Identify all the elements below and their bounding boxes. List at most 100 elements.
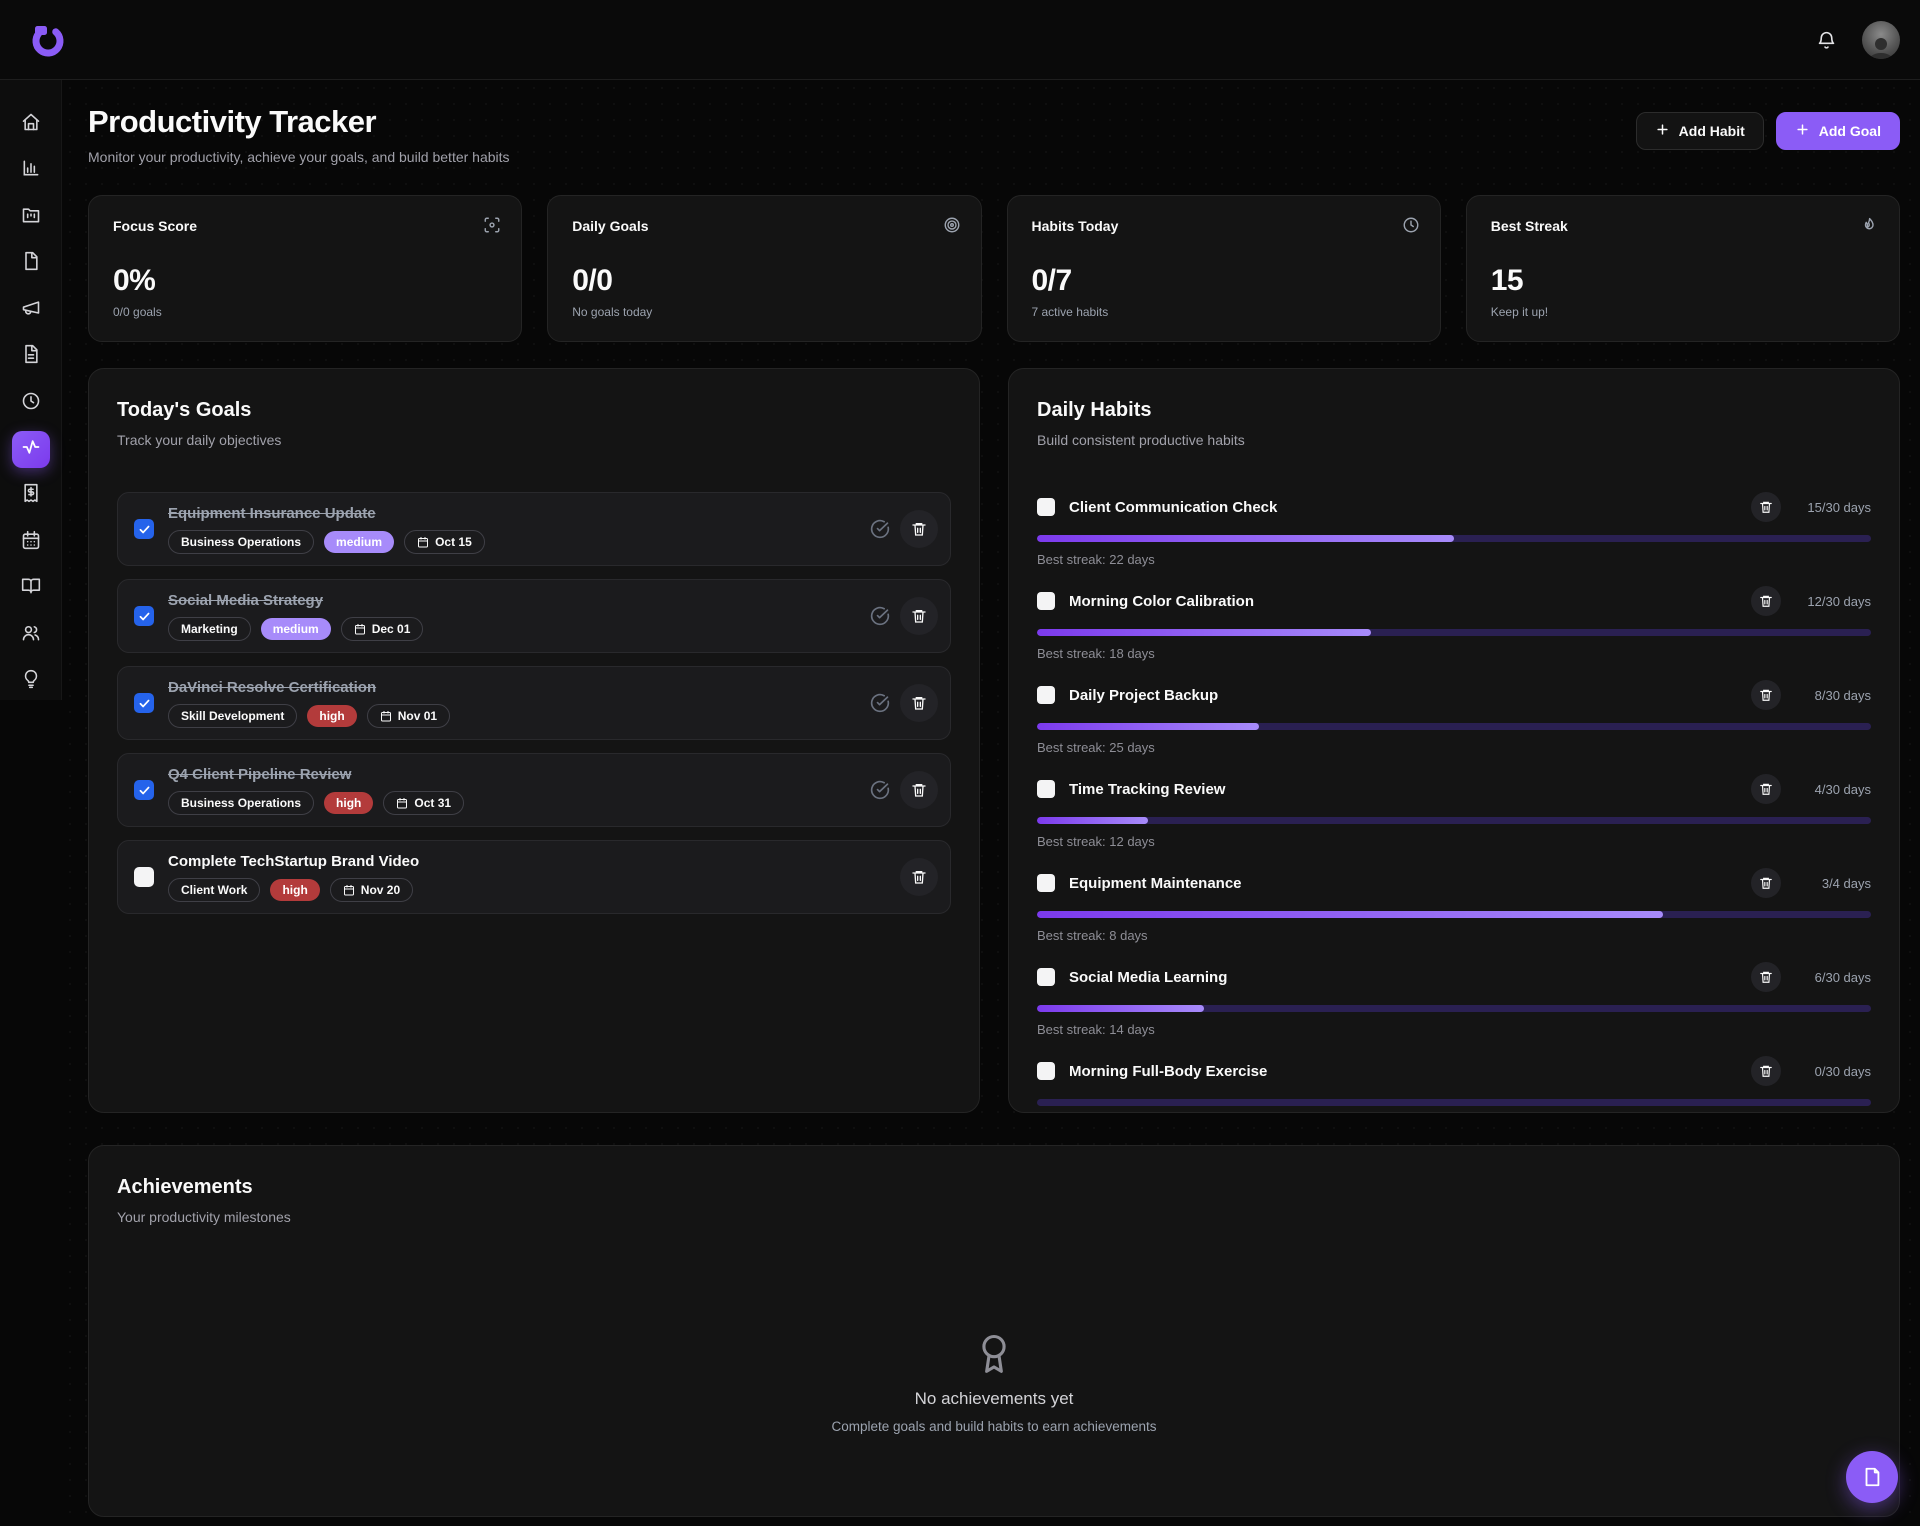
- goal-priority-badge: high: [324, 792, 373, 814]
- goal-checkbox[interactable]: [134, 606, 154, 626]
- stats-row: Focus Score 0% 0/0 goals Daily Goals 0/0…: [88, 195, 1900, 342]
- habit-name: Social Media Learning: [1069, 969, 1227, 986]
- habit-progress-bar: [1037, 629, 1871, 636]
- calendar-icon: [343, 884, 355, 896]
- goal-category-badge: Business Operations: [168, 530, 314, 554]
- new-document-fab[interactable]: [1846, 1451, 1898, 1503]
- habit-checkbox[interactable]: [1037, 780, 1055, 798]
- habit-name: Client Communication Check: [1069, 499, 1277, 516]
- app-logo-icon[interactable]: [26, 18, 70, 62]
- sidebar-item-calendar[interactable]: [12, 524, 50, 560]
- habit-checkbox[interactable]: [1037, 1062, 1055, 1080]
- trash-icon: [911, 521, 927, 537]
- goal-checkbox[interactable]: [134, 867, 154, 887]
- delete-goal-button[interactable]: [900, 858, 938, 896]
- habit-checkbox[interactable]: [1037, 686, 1055, 704]
- goal-priority-badge: medium: [261, 618, 331, 640]
- delete-habit-button[interactable]: [1751, 492, 1781, 522]
- stat-card: Habits Today 0/7 7 active habits: [1007, 195, 1441, 342]
- habit-progress-fill: [1037, 535, 1454, 542]
- calendar-icon: [380, 710, 392, 722]
- sidebar-item-lightbulb[interactable]: [12, 664, 50, 700]
- goal-title: Equipment Insurance Update: [168, 505, 856, 522]
- sidebar-item-folder-kanban[interactable]: [12, 199, 50, 235]
- delete-goal-button[interactable]: [900, 771, 938, 809]
- book-open-icon: [21, 576, 41, 601]
- habit-progress-fill: [1037, 911, 1663, 918]
- sidebar-item-file[interactable]: [12, 245, 50, 281]
- goal-category-badge: Business Operations: [168, 791, 314, 815]
- habit-checkbox[interactable]: [1037, 874, 1055, 892]
- habit-checkbox[interactable]: [1037, 968, 1055, 986]
- habit-item: Morning Full-Body Exercise 0/30 days Bes…: [1037, 1056, 1871, 1113]
- delete-habit-button[interactable]: [1751, 586, 1781, 616]
- habit-days-label: 4/30 days: [1795, 782, 1871, 797]
- check-circle-icon[interactable]: [870, 693, 890, 713]
- delete-goal-button[interactable]: [900, 684, 938, 722]
- habit-progress-fill: [1037, 817, 1148, 824]
- goal-title: Social Media Strategy: [168, 592, 856, 609]
- habit-name: Equipment Maintenance: [1069, 875, 1242, 892]
- notifications-bell-icon[interactable]: [1814, 28, 1838, 52]
- habit-days-label: 0/30 days: [1795, 1064, 1871, 1079]
- goal-category-badge: Client Work: [168, 878, 260, 902]
- habit-streak-label: Best streak: 12 days: [1037, 834, 1871, 849]
- delete-habit-button[interactable]: [1751, 774, 1781, 804]
- sidebar-item-home[interactable]: [12, 106, 50, 142]
- plus-icon: [1655, 122, 1670, 140]
- habit-checkbox[interactable]: [1037, 498, 1055, 516]
- delete-habit-button[interactable]: [1751, 962, 1781, 992]
- goal-title: Complete TechStartup Brand Video: [168, 853, 886, 870]
- goal-checkbox[interactable]: [134, 693, 154, 713]
- daily-habits-panel: Daily Habits Build consistent productive…: [1008, 368, 1900, 1113]
- sidebar-item-clock[interactable]: [12, 385, 50, 421]
- sidebar-item-book-open[interactable]: [12, 571, 50, 607]
- achievements-subtitle: Your productivity milestones: [117, 1209, 1871, 1225]
- stat-card: Daily Goals 0/0 No goals today: [547, 195, 981, 342]
- habit-progress-fill: [1037, 629, 1371, 636]
- users-icon: [21, 623, 41, 648]
- goal-checkbox[interactable]: [134, 780, 154, 800]
- activity-icon: [21, 437, 41, 462]
- plus-icon: [1795, 122, 1810, 140]
- trash-icon: [911, 608, 927, 624]
- goal-checkbox[interactable]: [134, 519, 154, 539]
- trash-icon: [1759, 500, 1773, 514]
- topbar: [0, 0, 1920, 80]
- check-circle-icon[interactable]: [870, 606, 890, 626]
- habits-panel-title: Daily Habits: [1037, 399, 1871, 422]
- habit-days-label: 6/30 days: [1795, 970, 1871, 985]
- app-root: Productivity Tracker Monitor your produc…: [0, 0, 1920, 1526]
- check-circle-icon[interactable]: [870, 519, 890, 539]
- habit-checkbox[interactable]: [1037, 592, 1055, 610]
- folder-kanban-icon: [21, 205, 41, 230]
- sidebar-item-megaphone[interactable]: [12, 292, 50, 328]
- sidebar-item-file-text[interactable]: [12, 338, 50, 374]
- empty-state-title: No achievements yet: [915, 1389, 1074, 1409]
- sidebar-item-receipt[interactable]: [12, 478, 50, 514]
- delete-habit-button[interactable]: [1751, 1056, 1781, 1086]
- achievements-title: Achievements: [117, 1176, 1871, 1199]
- sidebar-item-activity[interactable]: [12, 431, 50, 467]
- add-habit-button[interactable]: Add Habit: [1636, 112, 1764, 150]
- goal-row: Social Media Strategy Marketing medium D…: [117, 579, 951, 653]
- add-goal-button[interactable]: Add Goal: [1776, 112, 1900, 150]
- sidebar-item-bar-chart[interactable]: [12, 152, 50, 188]
- sidebar-item-users[interactable]: [12, 617, 50, 653]
- goal-due-badge: Oct 31: [383, 791, 464, 815]
- trash-icon: [1759, 594, 1773, 608]
- page-subtitle: Monitor your productivity, achieve your …: [88, 149, 510, 165]
- goal-due-badge: Nov 01: [367, 704, 450, 728]
- award-icon: [972, 1331, 1016, 1375]
- user-avatar[interactable]: [1862, 21, 1900, 59]
- check-circle-icon[interactable]: [870, 780, 890, 800]
- delete-habit-button[interactable]: [1751, 868, 1781, 898]
- habit-name: Time Tracking Review: [1069, 781, 1225, 798]
- delete-habit-button[interactable]: [1751, 680, 1781, 710]
- delete-goal-button[interactable]: [900, 597, 938, 635]
- home-icon: [21, 112, 41, 137]
- goal-list: Equipment Insurance Update Business Oper…: [117, 492, 951, 914]
- goal-row: Complete TechStartup Brand Video Client …: [117, 840, 951, 914]
- delete-goal-button[interactable]: [900, 510, 938, 548]
- goal-due-badge: Nov 20: [330, 878, 413, 902]
